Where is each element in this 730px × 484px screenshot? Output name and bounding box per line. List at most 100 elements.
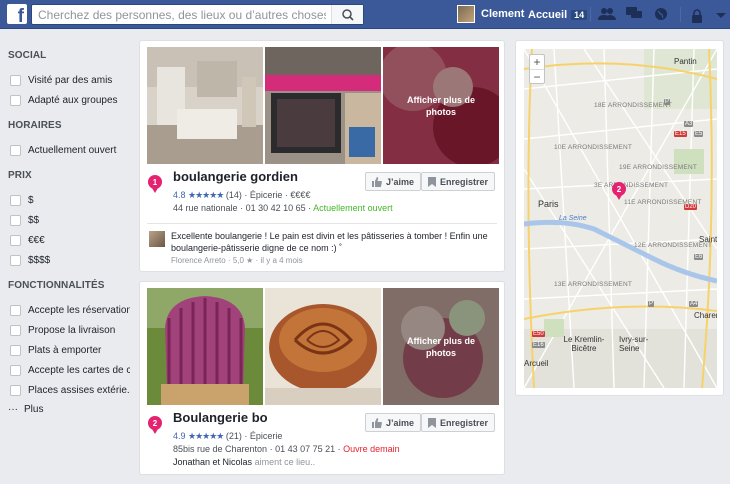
- place-name[interactable]: boulangerie gordien: [173, 169, 298, 184]
- filter-option[interactable]: Visité par des amis: [8, 70, 130, 90]
- bookmark-icon: [428, 176, 436, 187]
- filter-option[interactable]: $$: [8, 210, 130, 230]
- globe-icon[interactable]: [652, 5, 670, 23]
- map-label: Saint Ma: [699, 235, 717, 244]
- more-photos-overlay[interactable]: Afficher plus de photos: [383, 47, 499, 164]
- map-label: 10E ARRONDISSEMENT: [554, 144, 633, 151]
- avatar: [457, 5, 475, 23]
- map-road-label: A4: [689, 301, 699, 307]
- filter-option[interactable]: Accepte les cartes de c...: [8, 360, 130, 380]
- like-button[interactable]: J’aime: [365, 172, 422, 191]
- filter-option[interactable]: $$$$: [8, 250, 130, 270]
- filter-option[interactable]: $: [8, 190, 130, 210]
- save-button[interactable]: Enregistrer: [421, 172, 496, 191]
- map-label: Le Kremlin-Bicêtre: [563, 335, 605, 353]
- review-text: Excellente boulangerie ! Le pain est div…: [171, 231, 488, 253]
- place-rating-line: 4.9 ★★★★★ (21) · Épicerie: [173, 431, 283, 441]
- filter-option[interactable]: Accepte les réservations: [8, 300, 130, 320]
- checkbox[interactable]: [10, 304, 21, 316]
- divider: [680, 7, 681, 22]
- map-road-label: A3: [684, 121, 694, 127]
- photo-strip: Afficher plus de photos: [147, 47, 499, 164]
- map-label: Paris: [538, 199, 559, 209]
- place-rating-line: 4.8 ★★★★★ (14) · Épicerie · €€€€: [173, 190, 311, 200]
- status-badge: Ouvre demain: [343, 444, 400, 454]
- search-icon: [342, 9, 354, 21]
- checkbox[interactable]: [10, 344, 21, 356]
- chevron-down-icon[interactable]: [712, 7, 730, 25]
- map-pin-icon[interactable]: 2: [612, 182, 626, 200]
- place-photo-more[interactable]: Afficher plus de photos: [383, 288, 499, 405]
- filter-option[interactable]: Plats à emporter: [8, 340, 130, 360]
- filter-option[interactable]: Actuellement ouvert: [8, 140, 130, 160]
- lock-icon[interactable]: [688, 7, 706, 25]
- home-link[interactable]: Accueil 14: [528, 9, 588, 21]
- like-button[interactable]: J’aime: [365, 413, 422, 432]
- rating-stars-icon: ★★★★★: [188, 190, 224, 200]
- friends-like-line: Jonathan et Nicolas aiment ce lieu..: [173, 457, 316, 467]
- messages-icon[interactable]: [625, 5, 643, 23]
- result-card: Afficher plus de photos 2 Boulangerie bo…: [139, 281, 505, 475]
- checkbox[interactable]: [10, 194, 21, 206]
- avatar: [149, 231, 165, 247]
- map[interactable]: + − Pantin 18E ARRONDISSEMENT 10E ARROND…: [524, 49, 717, 388]
- status-badge: Actuellement ouvert: [313, 203, 393, 213]
- map-label: 19E ARRONDISSEMENT: [619, 164, 698, 171]
- map-label: 3E ARRONDISSEMENT: [594, 182, 669, 189]
- checkbox[interactable]: [10, 254, 21, 266]
- map-road-label: P: [648, 301, 655, 307]
- zoom-in-button[interactable]: +: [530, 55, 544, 69]
- map-label: 13E ARRONDISSEMENT: [554, 281, 633, 288]
- facebook-logo-icon[interactable]: f: [7, 4, 27, 26]
- search-box: [31, 4, 364, 25]
- section-title-hours: HORAIRES: [8, 120, 62, 131]
- user-name: Clement: [481, 8, 525, 20]
- divider: [147, 223, 497, 224]
- map-road-label: E6: [694, 254, 704, 260]
- checkbox[interactable]: [10, 74, 21, 86]
- map-label: Arcueil: [524, 359, 549, 368]
- more-filters-link[interactable]: ··· Plus: [8, 400, 130, 418]
- checkbox[interactable]: [10, 214, 21, 226]
- place-photo[interactable]: [265, 47, 381, 164]
- checkbox[interactable]: [10, 234, 21, 246]
- checkbox[interactable]: [10, 324, 21, 336]
- place-photo[interactable]: [147, 47, 263, 164]
- save-button[interactable]: Enregistrer: [421, 413, 496, 432]
- map-label: Ivry-sur-Seine: [619, 335, 649, 353]
- place-address-line: 44 rue nationale · 01 30 42 10 65 · Actu…: [173, 203, 393, 213]
- filter-option[interactable]: €€€: [8, 230, 130, 250]
- map-road-label: P: [664, 99, 671, 105]
- search-input[interactable]: [32, 5, 332, 24]
- map-card: + − Pantin 18E ARRONDISSEMENT 10E ARROND…: [515, 40, 724, 396]
- checkbox[interactable]: [10, 384, 21, 396]
- map-label: Pantin: [674, 57, 697, 66]
- map-road-label: E16: [532, 342, 545, 348]
- filter-option[interactable]: Adapté aux groupes: [8, 90, 130, 110]
- bookmark-icon: [428, 417, 436, 428]
- place-name[interactable]: Boulangerie bo: [173, 410, 268, 425]
- profile-link[interactable]: Clement: [457, 5, 524, 23]
- rating-stars-icon: ★★★★★: [188, 431, 224, 441]
- map-road-label: E15: [674, 131, 687, 137]
- zoom-out-button[interactable]: −: [530, 70, 544, 84]
- top-bar: f Clement Accueil 14: [0, 0, 730, 29]
- checkbox[interactable]: [10, 144, 21, 156]
- filters-sidebar: SOCIAL Visité par des amis Adapté aux gr…: [8, 50, 130, 428]
- section-title-social: SOCIAL: [8, 50, 47, 61]
- map-label: 18E ARRONDISSEMENT: [594, 102, 673, 109]
- filter-option[interactable]: Places assises extérie...: [8, 380, 130, 400]
- more-photos-overlay[interactable]: Afficher plus de photos: [383, 288, 499, 405]
- home-label: Accueil: [528, 9, 568, 21]
- search-button[interactable]: [331, 5, 363, 24]
- place-photo-more[interactable]: Afficher plus de photos: [383, 47, 499, 164]
- place-photo[interactable]: [265, 288, 381, 405]
- place-photo[interactable]: [147, 288, 263, 405]
- result-pin-icon: 2: [148, 416, 162, 434]
- section-title-features: FONCTIONNALITÉS: [8, 280, 105, 291]
- filter-option[interactable]: Propose la livraison: [8, 320, 130, 340]
- checkbox[interactable]: [10, 94, 21, 106]
- friend-requests-icon[interactable]: [598, 5, 616, 23]
- place-address-line: 85bis rue de Charenton · 01 43 07 75 21 …: [173, 444, 400, 454]
- checkbox[interactable]: [10, 364, 21, 376]
